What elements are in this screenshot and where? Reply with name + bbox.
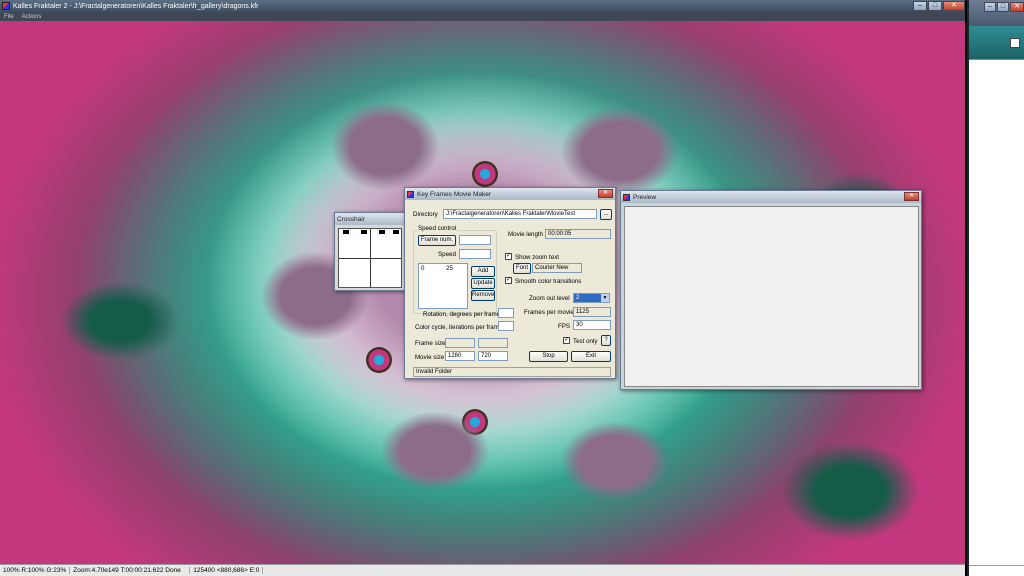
preview-window: Preview ✕ — [620, 190, 922, 390]
frame-size-width — [445, 338, 475, 348]
zoom-out-level-value: 2 — [576, 295, 580, 301]
minimize-button[interactable]: – — [913, 1, 927, 11]
crosshair-pixel — [379, 230, 385, 234]
list-item[interactable]: 25 — [446, 265, 453, 272]
preview-titlebar[interactable]: Preview ✕ — [621, 191, 921, 203]
fractal-lobe-top-right — [560, 106, 680, 196]
divider — [969, 565, 1024, 566]
keyframes-window: Key Frames Movie Maker ✕ Directory J:\Fr… — [404, 187, 616, 379]
fractal-dark-ring-bottom — [780, 441, 920, 541]
rotation-label: Rotation, degrees per frame — [423, 311, 501, 318]
browse-button[interactable]: ... — [600, 209, 612, 220]
main-window-controls: – □ ✕ — [912, 0, 965, 12]
keyframe-list[interactable]: 0 25 — [418, 263, 468, 309]
font-value: Courier New — [532, 263, 582, 273]
frame-num-button[interactable]: Frame num. — [418, 235, 456, 246]
preview-app-icon — [623, 193, 630, 201]
fractal-lobe-bottom-right — [560, 421, 670, 501]
crosshair-pixel — [361, 230, 367, 234]
frames-per-movie-value: 1125 — [573, 307, 611, 317]
movie-size-label: Movie size — [415, 354, 445, 361]
background-window: – □ ✕ — [967, 0, 1024, 576]
chevron-down-icon[interactable]: ▼ — [601, 294, 609, 302]
remove-button[interactable]: Remove — [471, 290, 495, 301]
bg-maximize-button[interactable]: □ — [997, 2, 1009, 12]
rotation-input[interactable] — [498, 308, 514, 318]
statusbar: 100% R:100% G:23% Zoom:4.70e149 T:00:00:… — [0, 564, 965, 576]
movie-size-height[interactable]: 720 — [478, 351, 508, 361]
fractal-dark-ring-left — [60, 281, 180, 361]
test-only-checkbox[interactable]: ✓ — [563, 337, 570, 344]
zoom-out-level-select[interactable]: 2 ▼ — [573, 293, 610, 303]
crosshair-hline — [339, 258, 401, 259]
keyframes-title: Key Frames Movie Maker — [417, 190, 492, 198]
show-zoom-text-label: Show zoom text — [515, 254, 560, 261]
smooth-color-checkbox[interactable]: ✓ — [505, 277, 512, 284]
close-button[interactable]: ✕ — [943, 1, 965, 11]
fps-input[interactable]: 30 — [573, 320, 611, 330]
crosshair-window: Crosshair — [334, 212, 408, 291]
preview-close-button[interactable]: ✕ — [904, 192, 919, 201]
smooth-color-label: Smooth color transitions — [515, 278, 582, 285]
fractal-lobe-bottom-left — [380, 411, 490, 491]
menu-actions[interactable]: Actions — [18, 14, 46, 20]
movie-length-label: Movie length — [508, 231, 544, 238]
background-window-toolbar — [969, 26, 1024, 60]
font-button[interactable]: Font — [513, 263, 531, 274]
crosshair-pixel — [343, 230, 349, 234]
update-button[interactable]: Update — [471, 278, 495, 289]
bg-toolbar-button[interactable] — [1010, 37, 1020, 48]
main-titlebar[interactable]: Kalles Fraktaler 2 - J:\Fractalgenerator… — [0, 0, 965, 12]
keyframes-close-button[interactable]: ✕ — [598, 189, 613, 198]
stop-button[interactable]: Stop — [529, 351, 568, 362]
crosshair-titlebar[interactable]: Crosshair — [335, 213, 407, 225]
status-color: 100% R:100% G:23% — [0, 567, 71, 574]
menu-file[interactable]: File — [0, 14, 18, 20]
crosshair-title: Crosshair — [337, 215, 365, 223]
app-icon — [2, 2, 10, 10]
status-iterations: 125400 <880,686> E:0 — [190, 567, 264, 574]
frame-size-label: Frame size — [415, 340, 446, 347]
color-cycle-label: Color cycle, iterations per frame — [415, 324, 503, 331]
preview-title: Preview — [633, 193, 657, 201]
directory-label: Directory — [413, 211, 438, 218]
fractal-spiral-center — [472, 161, 498, 187]
keyframes-status: Invalid Folder — [413, 367, 611, 377]
exit-button[interactable]: Exit — [571, 351, 611, 362]
status-zoom: Zoom:4.70e149 T:00:00:21.622 Done — [70, 567, 191, 574]
color-cycle-input[interactable] — [498, 321, 514, 331]
speed-control-label: Speed control — [417, 225, 458, 232]
movie-length-value: 00:00:05 — [545, 229, 611, 239]
zoom-out-level-label: Zoom out level — [529, 295, 570, 302]
add-button[interactable]: Add — [471, 266, 495, 277]
movie-size-width[interactable]: 1280 — [445, 351, 475, 361]
bg-close-button[interactable]: ✕ — [1010, 2, 1024, 12]
directory-input[interactable]: J:\Fractalgeneratoren\Kalles Fraktaler\M… — [443, 209, 597, 219]
speed-input[interactable] — [459, 249, 491, 259]
show-zoom-text-checkbox[interactable]: ✓ — [505, 253, 512, 260]
fractal-lobe-top — [330, 101, 440, 191]
bg-minimize-button[interactable]: – — [984, 2, 996, 12]
preview-canvas — [624, 206, 919, 387]
keyframes-body: Directory J:\Fractalgeneratoren\Kalles F… — [405, 200, 615, 380]
fps-label: FPS — [558, 323, 571, 330]
test-only-label: Test only — [573, 338, 598, 345]
frame-num-input[interactable] — [459, 235, 491, 245]
speed-label: Speed — [438, 251, 456, 258]
fractal-spiral-left — [366, 347, 392, 373]
frame-size-height — [478, 338, 508, 348]
help-button[interactable]: ? — [601, 335, 611, 346]
keyframes-app-icon — [407, 190, 414, 198]
maximize-button[interactable]: □ — [928, 1, 942, 11]
crosshair-grid — [338, 228, 402, 288]
frames-per-movie-label: Frames per movie — [524, 309, 574, 316]
keyframes-titlebar[interactable]: Key Frames Movie Maker ✕ — [405, 188, 615, 200]
list-item[interactable]: 0 — [421, 265, 424, 272]
menubar: File Actions — [0, 12, 965, 21]
desktop: Kalles Fraktaler 2 - J:\Fractalgenerator… — [0, 0, 1024, 576]
background-window-titlebar[interactable]: – □ ✕ — [969, 0, 1024, 26]
crosshair-pixel — [393, 230, 399, 234]
main-window-title: Kalles Fraktaler 2 - J:\Fractalgenerator… — [13, 2, 259, 10]
